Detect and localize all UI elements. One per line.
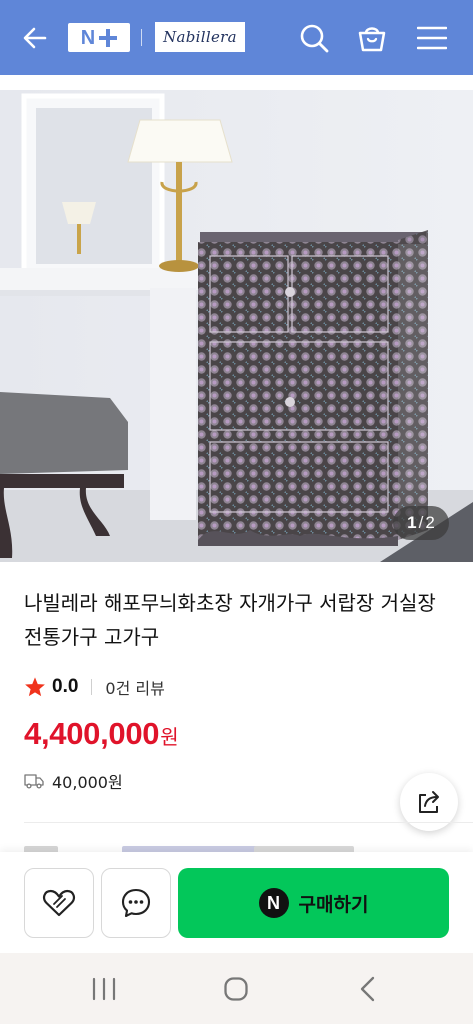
product-image[interactable]: [0, 90, 473, 562]
rating-divider: [91, 679, 93, 695]
image-counter-total: 2: [425, 513, 435, 532]
recent-apps-button[interactable]: [82, 971, 126, 1007]
shipping-row: 40,000원: [24, 768, 123, 794]
buy-button[interactable]: N 구매하기: [178, 868, 449, 938]
plus-icon: [99, 28, 118, 47]
search-icon: [300, 24, 329, 53]
review-count-link[interactable]: 0건 리뷰: [105, 675, 164, 699]
home-icon: [224, 977, 248, 1001]
product-photo: [0, 90, 473, 562]
naver-pay-n-icon: N: [258, 888, 289, 918]
buy-button-label: 구매하기: [298, 893, 369, 916]
top-app-bar: N Nabillera: [0, 0, 473, 75]
menu-button[interactable]: [410, 16, 454, 60]
back-icon: [360, 976, 375, 1002]
naver-plus-logo[interactable]: N: [68, 23, 130, 52]
recent-apps-icon: [92, 977, 116, 1001]
rating-value: 0.0: [52, 676, 79, 697]
chat-bubble-icon: [121, 888, 151, 918]
price-unit: 원: [160, 725, 179, 749]
price-row: 4,400,000 원: [24, 716, 179, 752]
header-divider: [141, 29, 142, 46]
home-button[interactable]: [214, 971, 258, 1007]
hamburger-menu-icon: [417, 26, 447, 50]
product-title: 나빌레라 해포무늬화초장 자개가구 서랍장 거실장 전통가구 고가구: [24, 591, 436, 649]
cart-button[interactable]: [350, 16, 394, 60]
bottom-action-bar: N 구매하기: [0, 852, 473, 953]
talk-button[interactable]: [101, 868, 171, 938]
image-counter-current: 1: [407, 513, 417, 532]
system-navigation-bar: [0, 953, 473, 1024]
rating-row[interactable]: 0.0 0건 리뷰: [24, 674, 165, 700]
share-icon: [419, 791, 439, 813]
brand-logo-text: Nabillera: [163, 28, 237, 46]
system-back-button[interactable]: [346, 971, 390, 1007]
naver-n-letter: N: [80, 26, 96, 49]
search-button[interactable]: [292, 16, 336, 60]
info-divider: [24, 822, 473, 823]
star-icon: [25, 677, 45, 697]
truck-icon: [24, 774, 44, 789]
wishlist-button[interactable]: [24, 868, 94, 938]
shopping-bag-icon: [358, 27, 386, 52]
back-arrow-icon: [23, 27, 47, 49]
price-value: 4,400,000: [24, 716, 160, 751]
back-button[interactable]: [14, 17, 56, 59]
brand-logo[interactable]: Nabillera: [155, 22, 245, 52]
image-counter-separator: /: [418, 513, 424, 532]
shipping-fee: 40,000원: [52, 773, 123, 792]
heart-icon: [42, 889, 76, 917]
image-counter: 1 / 2: [393, 506, 449, 540]
